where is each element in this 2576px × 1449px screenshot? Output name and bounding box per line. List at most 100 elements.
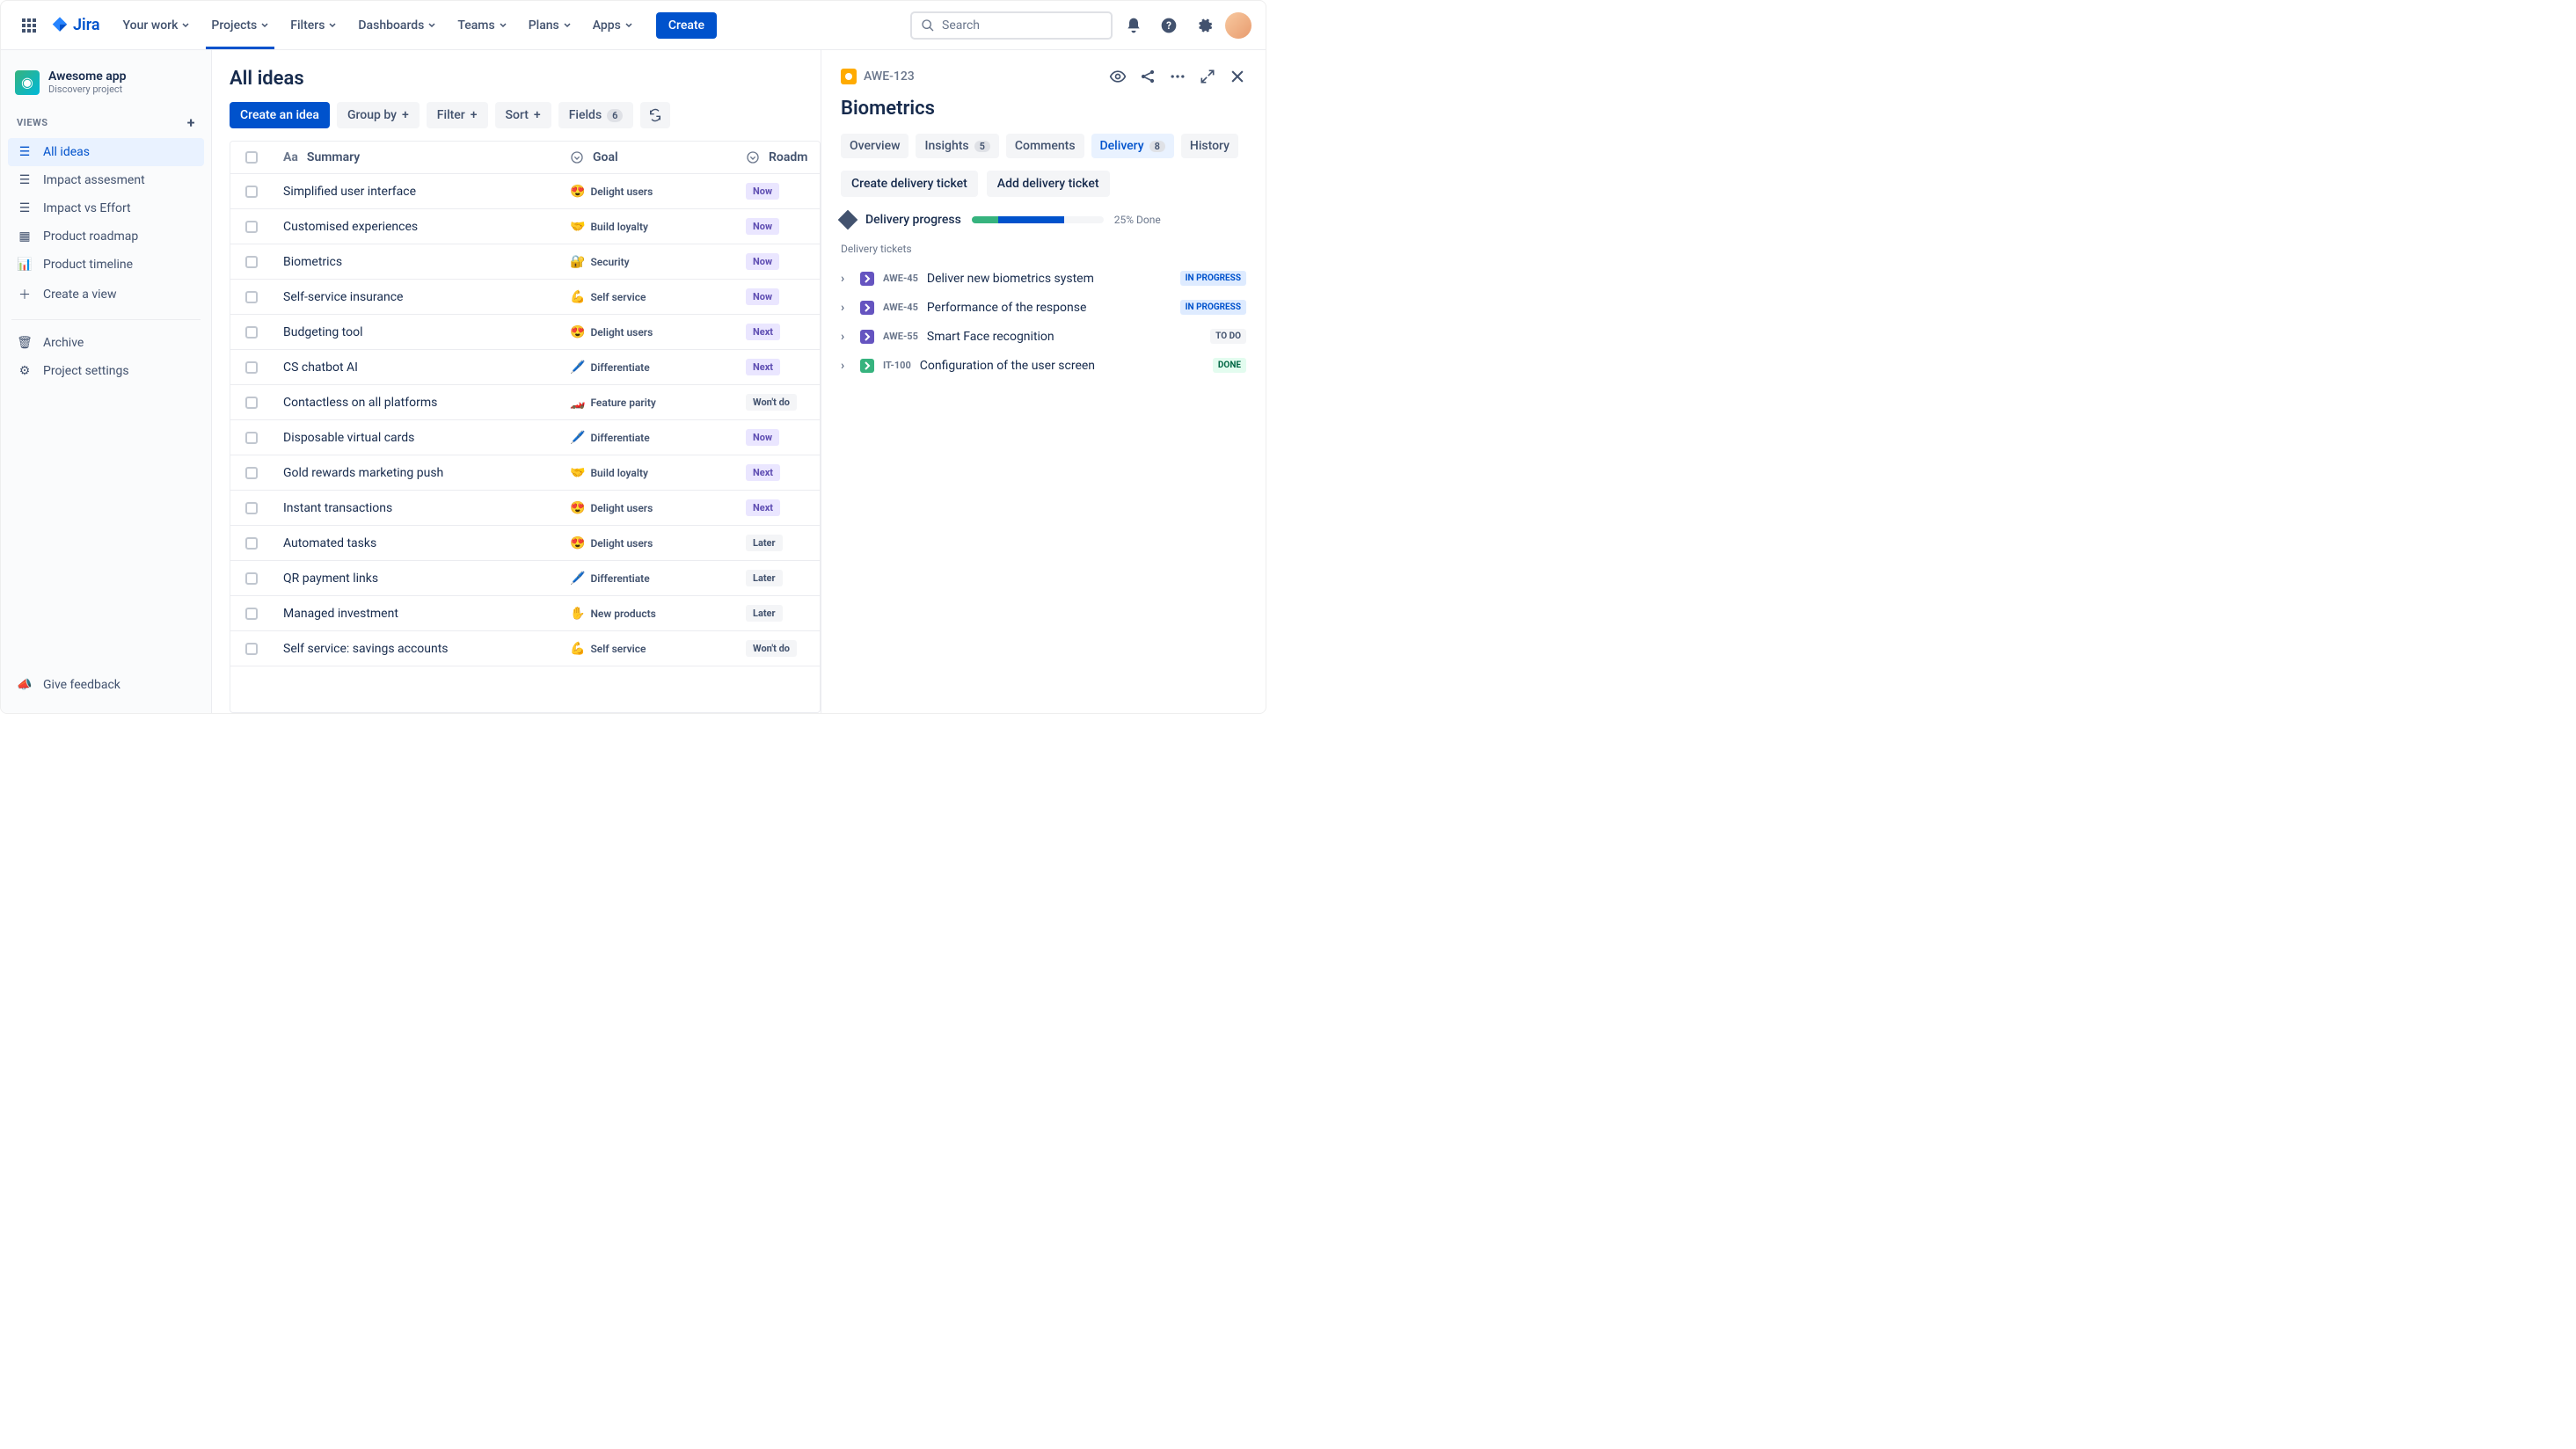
tickets-section-label: Delivery tickets: [841, 243, 1246, 255]
row-checkbox[interactable]: [245, 397, 258, 409]
user-avatar[interactable]: [1225, 12, 1252, 39]
nav-apps[interactable]: Apps: [584, 13, 642, 38]
help-icon[interactable]: ?: [1155, 11, 1183, 40]
chevron-right-icon[interactable]: ›: [841, 359, 851, 373]
chevron-right-icon[interactable]: ›: [841, 272, 851, 286]
sidebar-item-product-roadmap[interactable]: ▦Product roadmap: [8, 222, 204, 251]
table-row[interactable]: Instant transactions 😍Delight users Next: [230, 491, 820, 526]
tab-history[interactable]: History: [1181, 134, 1238, 158]
tab-overview[interactable]: Overview: [841, 134, 909, 158]
col-roadmap[interactable]: Roadm: [769, 150, 807, 164]
table-row[interactable]: CS chatbot AI 🖊️Differentiate Next: [230, 350, 820, 385]
table-row[interactable]: QR payment links 🖊️Differentiate Later: [230, 561, 820, 596]
add-delivery-ticket-button[interactable]: Add delivery ticket: [987, 171, 1110, 197]
list-icon: ☰: [17, 145, 33, 159]
nav-teams[interactable]: Teams: [449, 13, 515, 38]
row-checkbox[interactable]: [245, 291, 258, 303]
delivery-ticket[interactable]: › IT-100 Configuration of the user scree…: [841, 351, 1246, 380]
table-row[interactable]: Simplified user interface 😍Delight users…: [230, 174, 820, 209]
app-switcher-icon[interactable]: [15, 11, 43, 40]
row-checkbox[interactable]: [245, 572, 258, 585]
give-feedback[interactable]: 📣 Give feedback: [8, 671, 204, 699]
share-icon[interactable]: [1139, 68, 1157, 85]
sidebar-item-product-timeline[interactable]: 📊Product timeline: [8, 251, 204, 279]
roadmap-pill: Next: [746, 499, 780, 516]
ticket-key: IT-100: [883, 360, 911, 371]
row-checkbox[interactable]: [245, 643, 258, 655]
settings-icon[interactable]: [1190, 11, 1218, 40]
views-header: VIEWS +: [8, 109, 204, 136]
row-checkbox[interactable]: [245, 186, 258, 198]
refresh-button[interactable]: [640, 102, 670, 128]
feedback-label: Give feedback: [43, 678, 120, 692]
table-row[interactable]: Automated tasks 😍Delight users Later: [230, 526, 820, 561]
row-checkbox[interactable]: [245, 432, 258, 444]
chevron-right-icon[interactable]: ›: [841, 301, 851, 315]
project-header[interactable]: ◉ Awesome app Discovery project: [8, 64, 204, 107]
row-checkbox[interactable]: [245, 467, 258, 479]
group-by-button[interactable]: Group by+: [337, 102, 420, 128]
row-checkbox[interactable]: [245, 256, 258, 268]
table-row[interactable]: Gold rewards marketing push 🤝Build loyal…: [230, 455, 820, 491]
col-summary[interactable]: Summary: [307, 150, 360, 164]
table-row[interactable]: Disposable virtual cards 🖊️Differentiate…: [230, 420, 820, 455]
ticket-title: Deliver new biometrics system: [927, 272, 1171, 286]
row-checkbox[interactable]: [245, 502, 258, 514]
row-summary: Managed investment: [283, 607, 398, 621]
delivery-ticket[interactable]: › AWE-55 Smart Face recognition TO DO: [841, 322, 1246, 351]
table-row[interactable]: Contactless on all platforms 🏎️Feature p…: [230, 385, 820, 420]
delivery-ticket[interactable]: › AWE-45 Performance of the response IN …: [841, 293, 1246, 322]
create-idea-button[interactable]: Create an idea: [230, 102, 330, 128]
table-row[interactable]: Budgeting tool 😍Delight users Next: [230, 315, 820, 350]
row-checkbox[interactable]: [245, 537, 258, 550]
detail-title[interactable]: Biometrics: [841, 98, 1246, 120]
sidebar-item-label: Archive: [43, 336, 84, 350]
megaphone-icon: 📣: [17, 678, 33, 692]
close-icon[interactable]: [1229, 68, 1246, 85]
row-checkbox[interactable]: [245, 608, 258, 620]
sidebar-item-project-settings[interactable]: ⚙Project settings: [8, 357, 204, 385]
sidebar-item-archive[interactable]: 🗑 Archive: [8, 329, 204, 357]
sidebar-item-all-ideas[interactable]: ☰All ideas: [8, 138, 204, 166]
more-icon[interactable]: [1169, 68, 1186, 85]
table-row[interactable]: Self-service insurance 💪Self service Now: [230, 280, 820, 315]
sidebar-item-impact-vs-effort[interactable]: ☰Impact vs Effort: [8, 194, 204, 222]
row-checkbox[interactable]: [245, 326, 258, 339]
row-checkbox[interactable]: [245, 221, 258, 233]
nav-filters[interactable]: Filters: [281, 13, 346, 38]
create-button[interactable]: Create: [656, 12, 717, 39]
table-row[interactable]: Self service: savings accounts 💪Self ser…: [230, 631, 820, 666]
delivery-ticket[interactable]: › AWE-45 Deliver new biometrics system I…: [841, 264, 1246, 293]
col-goal[interactable]: Goal: [593, 150, 618, 164]
add-view-icon[interactable]: +: [187, 114, 195, 131]
table-row[interactable]: Biometrics 🔐Security Now: [230, 244, 820, 280]
expand-icon[interactable]: [1199, 68, 1216, 85]
tab-comments[interactable]: Comments: [1006, 134, 1084, 158]
nav-your-work[interactable]: Your work: [114, 13, 200, 38]
table-row[interactable]: Customised experiences 🤝Build loyalty No…: [230, 209, 820, 244]
sidebar-item-impact-assesment[interactable]: ☰Impact assesment: [8, 166, 204, 194]
filter-button[interactable]: Filter+: [427, 102, 488, 128]
nav-dashboards[interactable]: Dashboards: [349, 13, 445, 38]
sidebar-item-create-a-view[interactable]: ＋Create a view: [8, 279, 204, 310]
select-all-checkbox[interactable]: [245, 151, 258, 164]
dropdown-icon: [746, 150, 760, 164]
nav-projects[interactable]: Projects: [202, 13, 278, 38]
sort-button[interactable]: Sort+: [495, 102, 551, 128]
archive-icon: 🗑: [17, 336, 33, 350]
tab-delivery[interactable]: Delivery8: [1091, 134, 1174, 158]
nav-plans[interactable]: Plans: [520, 13, 580, 38]
row-checkbox[interactable]: [245, 361, 258, 374]
notifications-icon[interactable]: [1120, 11, 1148, 40]
chevron-right-icon[interactable]: ›: [841, 330, 851, 344]
jira-logo[interactable]: Jira: [50, 16, 100, 35]
tab-insights[interactable]: Insights5: [916, 134, 998, 158]
search-input[interactable]: Search: [910, 11, 1113, 40]
create-delivery-ticket-button[interactable]: Create delivery ticket: [841, 171, 978, 197]
watch-icon[interactable]: [1109, 68, 1127, 85]
issue-key[interactable]: AWE-123: [841, 69, 915, 84]
row-summary: Biometrics: [283, 255, 342, 269]
table-row[interactable]: Managed investment ✋New products Later: [230, 596, 820, 631]
fields-button[interactable]: Fields6: [558, 102, 634, 128]
plus-icon: ＋: [17, 286, 33, 303]
